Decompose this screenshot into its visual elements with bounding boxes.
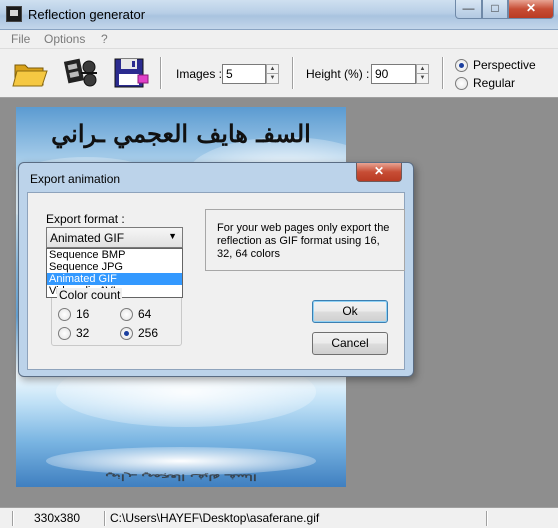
color-256-radio[interactable]: 256 (120, 326, 158, 340)
toolbar-separator (160, 57, 162, 89)
color-64-label: 64 (138, 307, 152, 321)
film-export-icon[interactable] (63, 55, 101, 91)
perspective-label: Perspective (473, 58, 536, 72)
radio-selected-icon[interactable] (120, 326, 133, 340)
export-format-value: Animated GIF (50, 231, 125, 245)
info-text: For your web pages only export the refle… (217, 222, 390, 260)
menu-options[interactable]: Options (44, 32, 85, 46)
status-divider (12, 511, 14, 526)
maximize-button[interactable]: □ (482, 0, 508, 19)
reflection-glow (46, 447, 316, 475)
toolbar: Images : ▲▼ Height (%) : ▲▼ Perspective … (0, 49, 558, 98)
regular-label: Regular (473, 76, 516, 90)
height-input[interactable] (371, 64, 416, 84)
dialog-title: Export animation (30, 172, 121, 186)
dialog-close-button[interactable]: ✕ (356, 163, 402, 182)
color-64-radio[interactable]: 64 (120, 307, 151, 321)
perspective-radio[interactable]: Perspective (455, 58, 536, 72)
images-label: Images : (176, 67, 223, 81)
format-option-sequence-bmp[interactable]: Sequence BMP (47, 249, 182, 261)
images-input[interactable] (222, 64, 266, 84)
color-256-label: 256 (138, 326, 159, 340)
title-bar: Reflection generator — □ ✕ (0, 0, 558, 30)
chevron-down-icon[interactable]: ▼ (168, 231, 177, 241)
color-16-label: 16 (76, 307, 90, 321)
minimize-button[interactable]: — (455, 0, 482, 19)
radio-unselected-icon[interactable] (58, 307, 71, 321)
menu-file[interactable]: File (11, 32, 30, 46)
status-divider (486, 511, 488, 526)
preview-title-text: السفـ هايف العجمي ـراني (51, 119, 311, 148)
preview-reflection-text: السفـ هايف العجمي ـراني (105, 472, 257, 482)
radio-unselected-icon[interactable] (455, 76, 468, 90)
color-32-radio[interactable]: 32 (58, 326, 89, 340)
color-count-group: Color count 16 64 32 256 (51, 288, 182, 346)
height-stepper[interactable]: ▲ ▼ (416, 64, 429, 84)
radio-unselected-icon[interactable] (120, 307, 133, 321)
radio-unselected-icon[interactable] (58, 326, 71, 340)
height-label: Height (%) : (306, 67, 370, 81)
menu-help[interactable]: ? (101, 32, 108, 46)
info-panel: For your web pages only export the refle… (205, 209, 405, 271)
cancel-button[interactable]: Cancel (312, 332, 388, 355)
radio-selected-icon[interactable] (455, 58, 468, 72)
ok-button[interactable]: Ok (312, 300, 388, 323)
export-animation-dialog: Export animation ✕ Export format : Anima… (18, 162, 414, 377)
status-file-path: C:\Users\HAYEF\Desktop\asaferane.gif (110, 511, 320, 525)
status-divider (104, 511, 106, 526)
close-button[interactable]: ✕ (508, 0, 554, 19)
status-image-size: 330x380 (34, 511, 81, 525)
toolbar-separator (442, 57, 444, 89)
window-title: Reflection generator (28, 7, 146, 22)
color-32-label: 32 (76, 326, 90, 340)
status-bar: 330x380 C:\Users\HAYEF\Desktop\asaferane… (0, 507, 558, 528)
format-option-sequence-jpg[interactable]: Sequence JPG (47, 261, 182, 273)
color-count-label: Color count (57, 288, 123, 302)
export-format-label: Export format : (46, 212, 125, 226)
menu-bar: File Options ? (0, 30, 558, 49)
regular-radio[interactable]: Regular (455, 76, 515, 90)
images-stepper[interactable]: ▲ ▼ (266, 64, 279, 84)
app-icon (6, 6, 22, 22)
save-disk-icon[interactable] (112, 55, 150, 91)
open-folder-icon[interactable] (11, 55, 49, 91)
toolbar-separator (292, 57, 294, 89)
format-option-animated-gif[interactable]: Animated GIF (47, 273, 182, 285)
export-format-select[interactable]: Animated GIF ▼ (46, 227, 183, 248)
color-16-radio[interactable]: 16 (58, 307, 89, 321)
dialog-body: Export format : Animated GIF ▼ Sequence … (27, 192, 405, 370)
